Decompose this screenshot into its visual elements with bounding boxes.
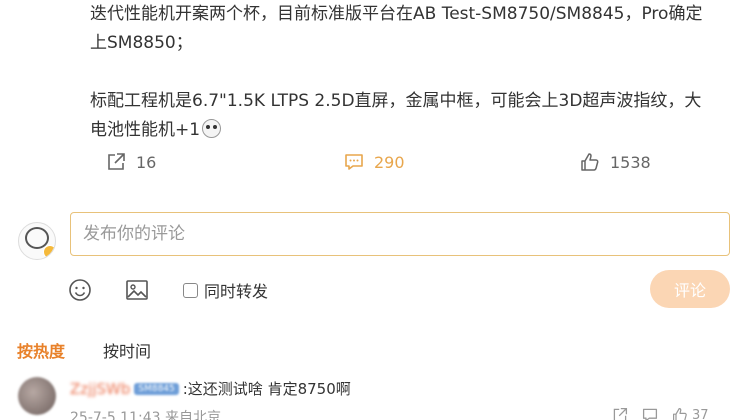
comment-icon [642,408,658,420]
comment-username[interactable]: ZzjjSWb [70,380,130,398]
composer-toolbar: 同时转发 评论 [0,270,750,310]
comment-line: ZzjjSWb SM8845 :这还测试啥 肯定8750啊 [70,378,351,399]
like-button[interactable]: 1538 [580,152,651,172]
forward-toggle[interactable]: 同时转发 [183,278,268,302]
share-icon [108,153,125,170]
comment-actions: 37 [612,407,709,420]
emoji-button[interactable] [68,278,92,306]
user-badge: SM8845 [134,382,179,395]
verified-badge-icon [43,245,55,259]
forward-checkbox[interactable] [183,282,198,298]
comment-reply-button[interactable] [642,407,658,420]
comment-composer [0,212,750,260]
image-icon [126,280,148,300]
post-line-4: 电池性能机+1 [90,120,201,140]
weibo-post-page: 迭代性能机开案两个杯，目前标准版平台在AB Test-SM8750/SM8845… [0,0,750,420]
post-actions-bar: 16 290 1538 [0,152,750,178]
like-count: 1538 [610,152,651,172]
list-item: ZzjjSWb SM8845 :这还测试啥 肯定8750啊 25-7-5 11:… [0,375,750,420]
comment-count: 290 [374,152,405,172]
tab-sort-by-hot[interactable]: 按热度 [17,338,65,362]
thumbs-up-icon [673,408,687,420]
smiley-icon [69,279,91,301]
share-icon [613,407,628,420]
avatar[interactable] [18,377,56,415]
avatar[interactable] [18,222,56,260]
post-line-4-wrap: 电池性能机+1 [90,116,730,145]
comment-button[interactable]: 290 [344,152,405,172]
post-content: 迭代性能机开案两个杯，目前标准版平台在AB Test-SM8750/SM8845… [90,0,730,145]
post-line-1: 迭代性能机开案两个杯，目前标准版平台在AB Test-SM8750/SM8845… [90,4,703,24]
comment-icon [345,154,363,170]
comment-meta: 25-7-5 11:43 来自北京 [70,410,221,420]
forward-label: 同时转发 [204,282,269,301]
comment-text: :这还测试啥 肯定8750啊 [182,380,351,398]
comment-like-button[interactable]: 37 [672,407,709,420]
thumbs-up-icon [581,153,599,171]
image-button[interactable] [125,278,149,306]
emoji-face-icon [202,119,222,138]
share-button[interactable]: 16 [106,152,156,172]
submit-comment-button[interactable]: 评论 [650,270,730,308]
post-line-2: 上SM8850； [90,33,193,53]
comment-input[interactable] [70,212,730,256]
post-line-3: 标配工程机是6.7"1.5K LTPS 2.5D直屏，金属中框，可能会上3D超声… [90,91,702,111]
comment-sort-tabs: 按热度 按时间 [0,338,750,362]
comment-like-count: 37 [692,407,709,420]
share-count: 16 [136,152,157,172]
comment-share-button[interactable] [612,407,628,420]
tab-sort-by-time[interactable]: 按时间 [103,338,151,362]
